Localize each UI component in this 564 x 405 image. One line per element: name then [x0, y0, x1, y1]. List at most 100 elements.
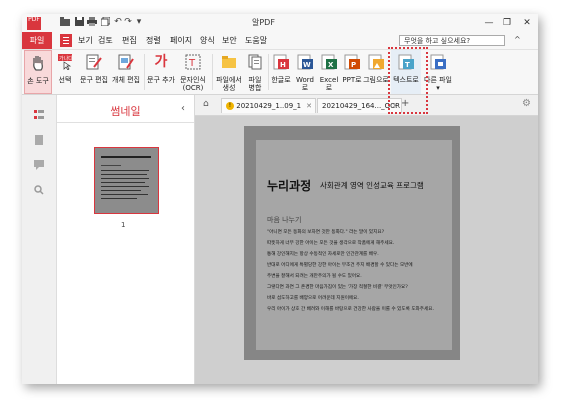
scanned-document: 누리과정 사회관계 영역 인성교육 프로그램 마음 나누기 "아니면 모든 동화…	[256, 140, 452, 350]
object-edit-button[interactable]: 개체 편집	[111, 50, 141, 94]
redo-icon[interactable]: ↷	[123, 17, 133, 27]
svg-text:W: W	[303, 61, 311, 69]
select-button[interactable]: 가나다 선택	[53, 50, 77, 94]
document-subtitle: 사회관계 영역 인성교육 프로그램	[320, 181, 424, 190]
document-line: 바로 섭도하고를 배양으로 어려운데 지원이에요.	[267, 296, 359, 301]
convert-other-button[interactable]: 다른 파일 ▾	[423, 50, 453, 94]
convert-ppt-button[interactable]: P PPT로	[341, 50, 363, 94]
menu-security[interactable]: 보안	[222, 32, 237, 49]
menu-arrange[interactable]: 정렬	[146, 32, 161, 49]
create-from-file-button[interactable]: 파일에서 생성	[214, 50, 244, 94]
document-line: 주변을 잘해서 되려는 개만주의가 될 수도 있어요.	[267, 274, 362, 279]
tab-document-2[interactable]: 20210429_164..._OCR ✕	[317, 98, 402, 113]
document-section-heading: 마음 나누기	[267, 216, 302, 224]
document-tab-bar: ⌂ ! 20210429_1..09_1 ✕ 20210429_164..._O…	[195, 95, 538, 116]
home-tab-icon[interactable]	[60, 34, 72, 47]
add-text-button[interactable]: 가 문구 추가	[146, 50, 176, 94]
svg-text:X: X	[328, 61, 334, 69]
close-tab-icon[interactable]: ✕	[392, 99, 398, 113]
word-icon: W	[297, 54, 313, 70]
ribbon-separator	[212, 54, 213, 90]
folder-create-icon	[221, 54, 237, 70]
title-bar: PDF ↶ ↷ ▾ 알PDF — ❐ ✕	[22, 14, 538, 32]
document-page: 누리과정 사회관계 영역 인성교육 프로그램 마음 나누기 "아니면 모든 동화…	[244, 126, 460, 360]
menu-page[interactable]: 페이지	[170, 32, 192, 49]
document-title: 누리과정	[267, 179, 312, 193]
document-line: 따뜻하게 너무 강한 아이는 모든 것을 생각으로 작품에게 해주세요.	[267, 241, 395, 246]
svg-text:T: T	[405, 61, 410, 69]
app-logo: PDF	[27, 17, 41, 30]
undo-icon[interactable]: ↶	[113, 17, 123, 27]
search-input[interactable]: 무엇을 하고 싶으세요?	[399, 35, 505, 46]
menu-review[interactable]: 검토	[98, 32, 113, 49]
close-tab-icon[interactable]: ✕	[306, 99, 312, 113]
document-line: 통해 강인해지는 항상 수동적인 자세로만 인간관계를 배우.	[267, 252, 379, 257]
convert-image-button[interactable]: 그림으로	[363, 50, 389, 94]
tab-document-1[interactable]: ! 20210429_1..09_1 ✕	[221, 98, 316, 113]
collapse-ribbon-icon[interactable]: ^	[514, 35, 521, 44]
ocr-button[interactable]: T 문자인식 (OCR)	[177, 50, 209, 94]
divider	[57, 122, 194, 123]
chevron-left-icon[interactable]: ‹	[181, 103, 185, 114]
convert-word-button[interactable]: W Word로	[293, 50, 317, 94]
document-line: 반대로 어디에게 특별당한 강한 아이는 무조건 주지 배경할 수 있다는 모반…	[267, 263, 413, 268]
object-edit-icon	[118, 54, 134, 70]
svg-text:T: T	[188, 58, 196, 69]
merge-files-button[interactable]: 파일 병합	[244, 50, 266, 94]
window-title: 알PDF	[252, 18, 275, 27]
thumbnail-page-number: 1	[121, 221, 126, 229]
comment-panel-icon[interactable]	[34, 155, 44, 170]
settings-gear-icon[interactable]: ⚙	[522, 98, 531, 109]
menu-help[interactable]: 도움말	[245, 32, 267, 49]
home-icon[interactable]: ⌂	[203, 99, 209, 109]
search-icon[interactable]	[34, 180, 44, 195]
svg-text:가나다: 가나다	[59, 55, 73, 62]
ribbon-toolbar: 손 도구 가나다 선택 문구 편집 개체 편집 가 문구 추가 T 문자인식 (…	[22, 50, 538, 95]
image-icon	[368, 54, 384, 70]
ocr-icon: T	[185, 54, 201, 70]
select-icon: 가나다	[57, 54, 73, 71]
text-edit-button[interactable]: 문구 편집	[79, 50, 109, 94]
add-text-icon: 가	[154, 54, 168, 70]
app-window: PDF ↶ ↷ ▾ 알PDF — ❐ ✕ 파일 보기 검토 편집 정렬 페이지 …	[22, 14, 538, 384]
print-icon[interactable]	[87, 17, 97, 27]
left-tool-strip	[22, 95, 57, 384]
svg-text:H: H	[280, 61, 286, 69]
menu-form[interactable]: 양식	[200, 32, 215, 49]
merge-icon	[247, 54, 263, 70]
menu-view[interactable]: 보기	[78, 32, 93, 49]
ribbon-separator	[144, 54, 145, 90]
document-line: 그렇다면 과연 그 존경한 마음가짐이 있는 '가장 적절한 비결' 무엇인가요…	[267, 285, 408, 290]
thumbnail-panel-title: 썸네일	[110, 105, 141, 118]
menu-file[interactable]: 파일	[22, 32, 52, 49]
menu-bar: 파일 보기 검토 편집 정렬 페이지 양식 보안 도움말 무엇을 하고 싶으세요…	[22, 32, 538, 50]
thumbnail-panel-icon[interactable]	[34, 105, 44, 119]
text-edit-icon	[86, 54, 102, 70]
convert-hwp-button[interactable]: H 한글로	[269, 50, 293, 94]
new-tab-button[interactable]: +	[401, 98, 409, 109]
restore-icon[interactable]: ❐	[499, 16, 515, 30]
svg-text:P: P	[351, 61, 356, 69]
menu-edit[interactable]: 편집	[122, 32, 137, 49]
convert-text-button[interactable]: T 텍스트로	[391, 50, 421, 94]
bookmark-panel-icon[interactable]	[34, 130, 44, 145]
hand-icon	[30, 55, 46, 71]
copy-icon[interactable]	[100, 16, 110, 27]
chevron-down-icon: ▾	[436, 84, 440, 92]
hwp-icon: H	[273, 54, 289, 70]
excel-icon: X	[321, 54, 337, 70]
save-icon[interactable]	[74, 17, 84, 27]
customize-icon[interactable]: ▾	[134, 17, 144, 27]
document-viewer[interactable]: 누리과정 사회관계 영역 인성교육 프로그램 마음 나누기 "아니면 모든 동화…	[195, 116, 538, 384]
thumbnail-panel: 썸네일 ‹ 1	[57, 95, 195, 384]
document-line: "아니면 모든 동화의 보자면 것만 동화다." 라는 말이 있지요?	[267, 230, 385, 235]
document-line: 우리 아이가 상호 간 배려와 이해를 바탕으로 건강한 사람을 이룰 수 있도…	[267, 307, 434, 312]
other-file-icon	[430, 54, 446, 70]
page-thumbnail[interactable]	[94, 147, 159, 214]
convert-excel-button[interactable]: X Excel로	[317, 50, 341, 94]
close-icon[interactable]: ✕	[519, 16, 535, 30]
hand-tool-button[interactable]: 손 도구	[24, 50, 52, 94]
folder-icon[interactable]	[60, 17, 70, 27]
ppt-icon: P	[344, 54, 360, 70]
minimize-icon[interactable]: —	[481, 16, 497, 30]
